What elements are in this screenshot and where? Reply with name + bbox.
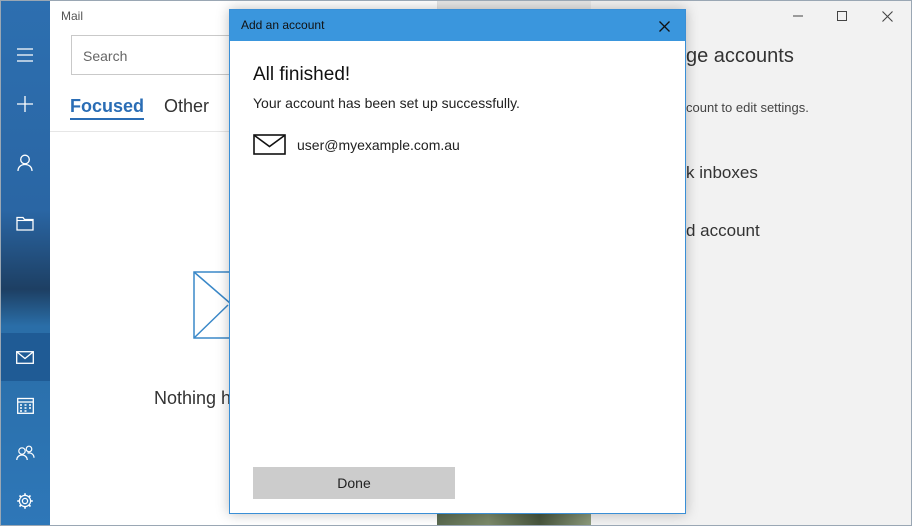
person-icon — [17, 154, 33, 172]
minimize-button[interactable] — [783, 6, 813, 26]
add-account-dialog: Add an account All finished! Your accoun… — [229, 9, 686, 514]
add-account-link[interactable]: d account — [686, 221, 760, 241]
maximize-icon — [837, 11, 847, 21]
dialog-heading: All finished! — [253, 64, 351, 85]
people-icon — [15, 445, 35, 461]
calendar-icon — [16, 397, 34, 414]
folder-icon — [16, 216, 34, 231]
dialog-close-button[interactable] — [649, 13, 679, 39]
gear-icon — [17, 493, 33, 509]
dialog-subtitle: Your account has been set up successfull… — [253, 95, 520, 111]
compose-plus-icon — [17, 96, 33, 112]
minimize-icon — [793, 15, 803, 17]
calendar-button[interactable] — [0, 381, 50, 429]
new-mail-button[interactable] — [0, 80, 50, 128]
done-button[interactable]: Done — [253, 467, 455, 499]
empty-state-text: Nothing h — [154, 388, 232, 408]
account-email: user@myexample.com.au — [297, 136, 460, 153]
people-button[interactable] — [0, 429, 50, 477]
window-close-button[interactable] — [872, 6, 902, 26]
settings-title: ge accounts — [686, 45, 794, 67]
hamburger-button[interactable] — [0, 31, 50, 79]
close-icon — [881, 10, 893, 22]
account-row: user@myexample.com.au — [253, 134, 460, 155]
hamburger-icon — [17, 48, 33, 62]
tab-other[interactable]: Other — [164, 96, 209, 117]
accounts-button[interactable] — [0, 139, 50, 187]
settings-description: count to edit settings. — [686, 100, 809, 115]
mail-icon — [16, 350, 34, 364]
settings-button[interactable] — [0, 477, 50, 525]
dialog-titlebar: Add an account — [230, 10, 685, 41]
mail-icon — [253, 134, 286, 155]
maximize-button[interactable] — [827, 6, 857, 26]
dialog-title: Add an account — [241, 18, 325, 32]
tab-focused[interactable]: Focused — [70, 96, 145, 120]
folders-button[interactable] — [0, 199, 50, 247]
mail-button[interactable] — [0, 333, 50, 381]
link-inboxes-link[interactable]: k inboxes — [686, 163, 758, 183]
nav-rail — [0, 0, 50, 526]
app-title: Mail — [61, 9, 84, 23]
close-icon — [658, 20, 670, 32]
search-placeholder: Search — [83, 48, 128, 64]
